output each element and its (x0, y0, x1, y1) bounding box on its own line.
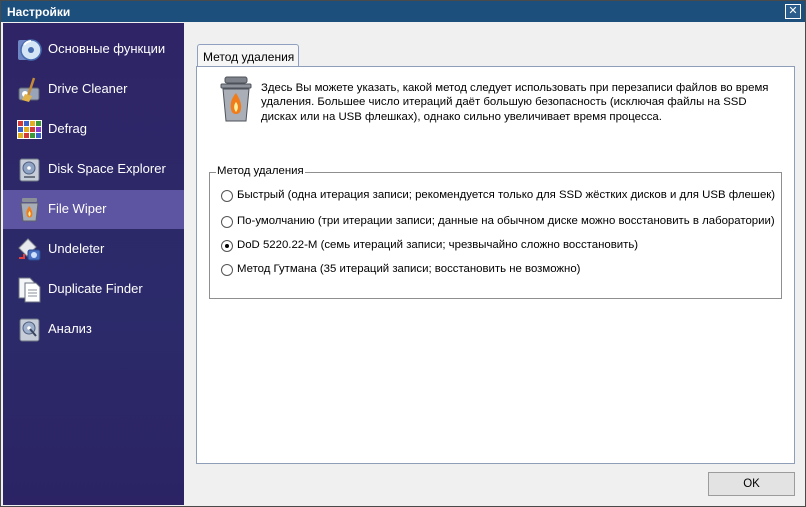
sidebar-item-duplicate-finder[interactable]: Duplicate Finder (3, 270, 184, 309)
title-bar: Настройки ✕ (1, 1, 805, 22)
sidebar-item-disk-space-explorer[interactable]: Disk Space Explorer (3, 150, 184, 189)
sidebar-item-label: Undeleter (48, 241, 105, 256)
close-icon: ✕ (788, 5, 798, 17)
sidebar-item-main-functions[interactable]: Основные функции (3, 30, 184, 69)
defrag-grid-icon (17, 120, 42, 139)
settings-window: Настройки ✕ Основные функции Drive Clean… (0, 0, 806, 507)
disk-explorer-icon (19, 158, 40, 182)
sidebar-item-drive-cleaner[interactable]: Drive Cleaner (3, 70, 184, 109)
sidebar-item-label: Duplicate Finder (48, 281, 143, 296)
tab-label: Метод удаления (203, 50, 295, 64)
content-area: Метод удаления Здесь Вы можете указать, … (185, 23, 805, 506)
sidebar-item-label: Drive Cleaner (48, 81, 128, 96)
radio-label: Быстрый (одна итерация записи; рекоменду… (237, 189, 776, 201)
undeleter-icon (18, 238, 41, 261)
radio-button[interactable] (221, 216, 233, 228)
sidebar-item-label: Анализ (48, 321, 92, 336)
group-title: Метод удаления (216, 165, 305, 177)
file-wiper-icon (20, 198, 39, 222)
broom-drive-icon (18, 77, 40, 102)
sidebar-item-label: Основные функции (48, 41, 166, 56)
tab-panel: Здесь Вы можете указать, какой метод сле… (196, 66, 795, 464)
sidebar-item-label: File Wiper (48, 201, 107, 216)
radio-label: Метод Гутмана (35 итераций записи; восст… (237, 263, 581, 275)
window-title: Настройки (7, 5, 71, 19)
analysis-disk-icon (19, 318, 40, 342)
radio-button[interactable] (221, 190, 233, 202)
tab-wipe-method[interactable]: Метод удаления (197, 44, 299, 67)
radio-label: DoD 5220.22-M (семь итераций записи; чре… (237, 239, 639, 251)
duplicate-docs-icon (18, 277, 41, 303)
sidebar-item-undeleter[interactable]: Undeleter (3, 230, 184, 269)
radio-button-selected[interactable] (221, 240, 233, 252)
radio-label: По-умолчанию (три итерации записи; данны… (237, 215, 775, 227)
radio-button[interactable] (221, 264, 233, 276)
sidebar-item-label: Defrag (48, 121, 88, 136)
sidebar-item-defrag[interactable]: Defrag (3, 110, 184, 149)
disc-icon (18, 39, 42, 61)
sidebar-item-label: Disk Space Explorer (48, 161, 166, 176)
close-button[interactable]: ✕ (785, 4, 801, 19)
method-description: Здесь Вы можете указать, какой метод сле… (261, 82, 769, 123)
sidebar-item-analysis[interactable]: Анализ (3, 310, 184, 349)
sidebar-item-file-wiper[interactable]: File Wiper (3, 190, 184, 229)
file-wiper-bin-icon (220, 76, 252, 122)
ok-button[interactable]: OK (708, 472, 795, 496)
sidebar: Основные функции Drive Cleaner Defrag Di… (3, 23, 184, 505)
wipe-method-group: Метод удаления Быстрый (одна итерация за… (209, 165, 782, 299)
